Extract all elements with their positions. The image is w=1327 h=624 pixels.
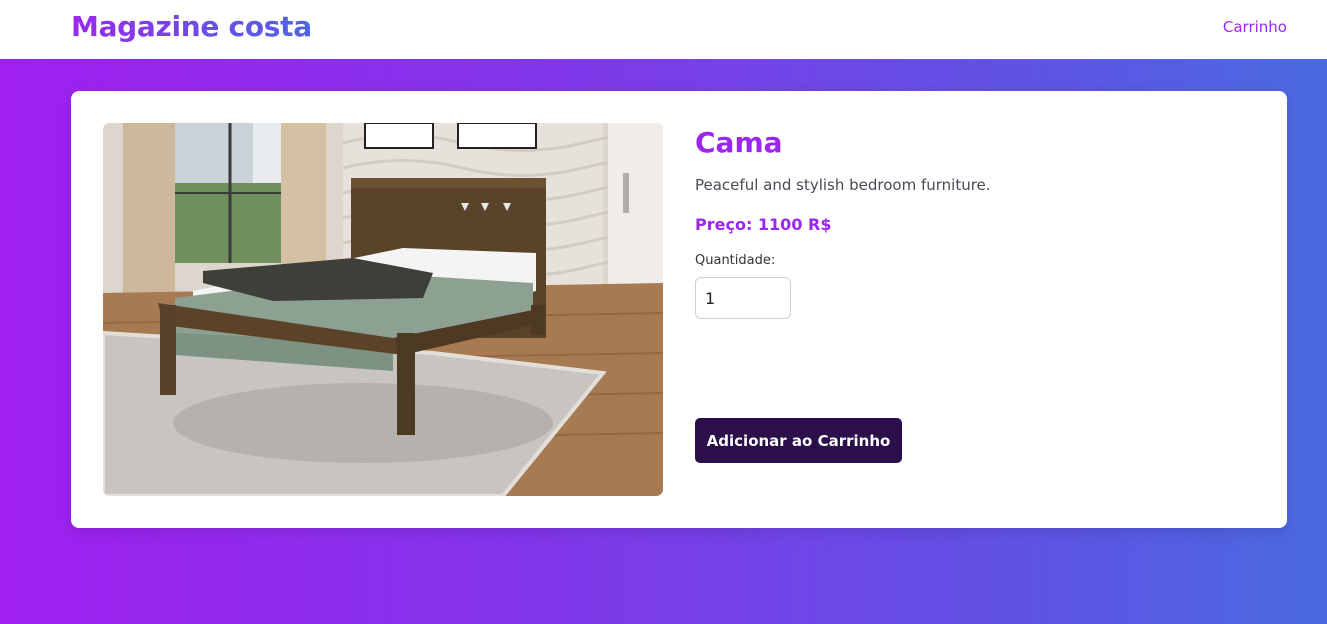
quantity-label: Quantidade: [695,253,776,268]
product-price: Preço: 1100 R$ [695,215,832,234]
cart-link[interactable]: Carrinho [1223,18,1287,36]
product-card: Cama Peaceful and stylish bedroom furnit… [71,91,1287,528]
product-image [103,123,663,496]
product-title: Cama [695,126,783,159]
quantity-input[interactable] [695,277,791,319]
add-to-cart-button[interactable]: Adicionar ao Carrinho [695,418,902,463]
product-description: Peaceful and stylish bedroom furniture. [695,176,991,194]
product-details: Cama Peaceful and stylish bedroom furnit… [695,123,1255,463]
brand-logo[interactable]: Magazine costa [71,10,312,43]
top-navbar: Magazine costa Carrinho [0,0,1327,59]
